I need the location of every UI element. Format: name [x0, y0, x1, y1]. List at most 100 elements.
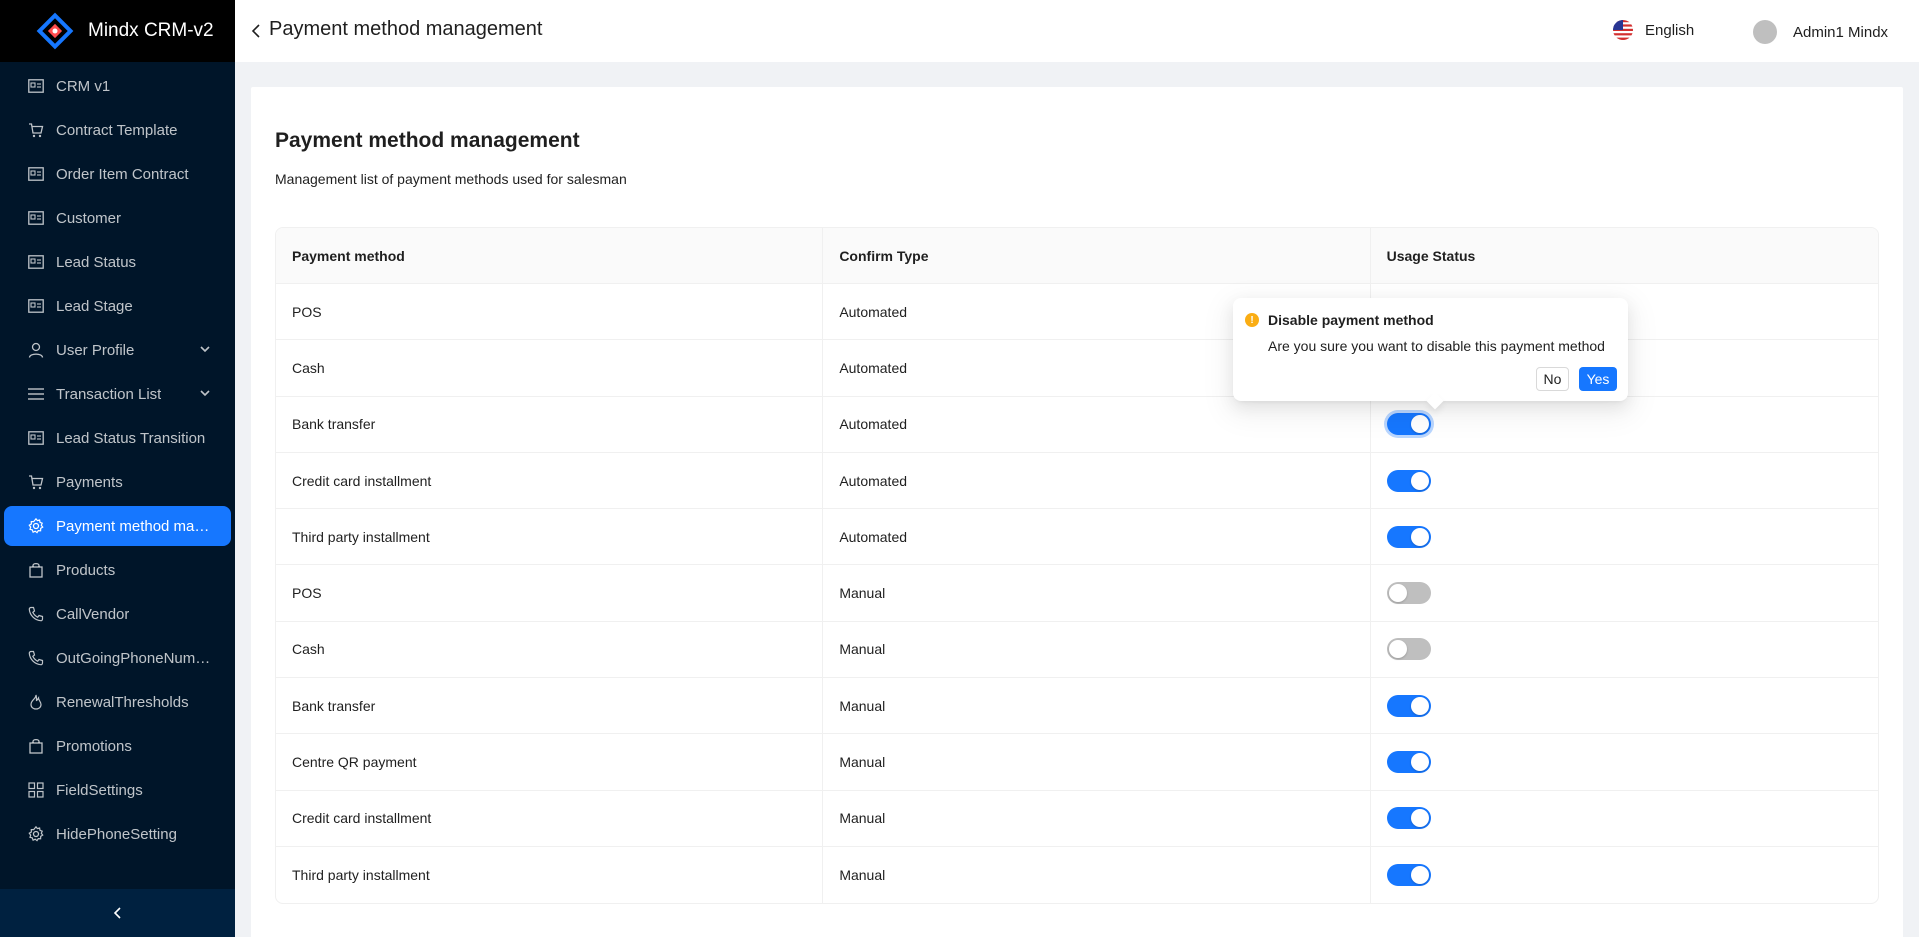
chevron-down-icon	[199, 342, 211, 359]
sidebar-item-label: Order Item Contract	[56, 165, 189, 183]
sidebar-item-hidephonesetting[interactable]: HidePhoneSetting	[4, 814, 231, 854]
sidebar-item-user-profile[interactable]: User Profile	[4, 330, 231, 370]
table-header: Payment method Confirm Type Usage Status	[276, 228, 1878, 284]
disable-confirm-popover: ! Disable payment method Are you sure yo…	[1233, 298, 1628, 410]
sidebar-item-callvendor[interactable]: CallVendor	[4, 594, 231, 634]
language-label: English	[1645, 21, 1695, 39]
logo-bar[interactable]: Mindx CRM-v2	[0, 0, 235, 62]
payment-method-cell: Bank transfer	[276, 678, 824, 734]
sidebar-item-label: OutGoingPhoneNumber	[56, 649, 216, 667]
payment-method-cell: Credit card installment	[276, 452, 824, 509]
exclamation-circle-icon: !	[1245, 313, 1259, 327]
usage-status-cell	[1371, 453, 1878, 508]
sidebar: Mindx CRM-v2 CRM v1 Contract Template Orde…	[0, 0, 235, 937]
usage-status-toggle[interactable]	[1386, 694, 1431, 717]
sidebar-item-lead-status[interactable]: Lead Status	[4, 242, 231, 282]
sidebar-item-payment-method-mana[interactable]: Payment method mana...	[4, 506, 231, 546]
payment-method-cell: Cash	[276, 340, 824, 396]
table-row: Credit card installment Automated	[276, 452, 1878, 510]
usage-status-toggle[interactable]	[1386, 525, 1431, 548]
sidebar-menu: CRM v1 Contract Template Order Item Contra…	[0, 66, 235, 858]
shopping-bag-icon	[26, 560, 46, 580]
confirm-type-cell: Automated	[823, 396, 1371, 452]
sidebar-item-crm-v1[interactable]: CRM v1	[4, 66, 231, 106]
usage-status-toggle[interactable]	[1386, 751, 1431, 774]
table-row: Third party installment Automated	[276, 509, 1878, 566]
sidebar-item-label: FieldSettings	[56, 781, 143, 799]
chevron-left-icon	[251, 24, 260, 38]
toggle-knob	[1410, 415, 1429, 434]
usage-status-cell	[1371, 678, 1878, 733]
sidebar-item-outgoingphonenumber[interactable]: OutGoingPhoneNumber	[4, 638, 231, 678]
sidebar-item-label: Products	[56, 561, 116, 579]
sidebar-item-promotions[interactable]: Promotions	[4, 726, 231, 766]
usage-status-toggle[interactable]	[1386, 864, 1431, 887]
sidebar-item-products[interactable]: Products	[4, 550, 231, 590]
sidebar-item-label: Lead Status Transition	[56, 429, 206, 447]
usage-status-toggle[interactable]	[1386, 469, 1431, 492]
sidebar-item-payments[interactable]: Payments	[4, 462, 231, 502]
toggle-knob	[1410, 809, 1429, 828]
table-row: Cash Automated	[276, 340, 1878, 397]
table-row: Cash Manual	[276, 621, 1878, 679]
payment-method-cell: Third party installment	[276, 846, 824, 904]
language-selector[interactable]: English	[1613, 20, 1694, 40]
sidebar-item-transaction-list[interactable]: Transaction List	[4, 374, 231, 414]
usage-status-cell	[1371, 622, 1878, 677]
sidebar-item-label: RenewalThresholds	[56, 693, 189, 711]
payment-method-cell: Bank transfer	[276, 396, 824, 452]
sidebar-item-label: CRM v1	[56, 77, 111, 95]
sidebar-item-label: Promotions	[56, 737, 132, 755]
confirm-type-cell: Manual	[823, 790, 1371, 846]
yes-button[interactable]: Yes	[1579, 367, 1617, 391]
sidebar-item-order-item-contract[interactable]: Order Item Contract	[4, 154, 231, 194]
sidebar-item-lead-status-transition[interactable]: Lead Status Transition	[4, 418, 231, 458]
shopping-bag-icon	[26, 736, 46, 756]
toggle-knob	[1388, 584, 1407, 603]
table-row: POS Automated	[276, 284, 1878, 341]
toggle-knob	[1410, 527, 1429, 546]
payment-method-cell: Cash	[276, 621, 824, 678]
sidebar-item-renewalthresholds[interactable]: RenewalThresholds	[4, 682, 231, 722]
page-title: Payment method management	[275, 129, 580, 152]
confirm-type-cell: Manual	[823, 846, 1371, 904]
confirm-type-cell: Manual	[823, 734, 1371, 790]
toggle-knob	[1410, 753, 1429, 772]
sidebar-item-label: Payments	[56, 473, 123, 491]
phone-icon	[26, 648, 46, 668]
usage-status-toggle[interactable]	[1386, 582, 1431, 605]
id-card-icon	[26, 428, 46, 448]
us-flag-icon	[1613, 20, 1633, 40]
sidebar-item-lead-stage[interactable]: Lead Stage	[4, 286, 231, 326]
chevron-left-icon	[113, 907, 121, 919]
collapse-sidebar-button[interactable]	[0, 889, 235, 937]
usage-status-toggle[interactable]	[1386, 413, 1431, 436]
back-button[interactable]	[247, 21, 267, 41]
usage-status-toggle[interactable]	[1386, 638, 1431, 661]
no-button[interactable]: No	[1536, 367, 1569, 391]
usage-status-toggle[interactable]	[1386, 807, 1431, 830]
sidebar-item-fieldsettings[interactable]: FieldSettings	[4, 770, 231, 810]
top-header: Payment method management English Admin1…	[235, 0, 1919, 62]
user-name: Admin1 Mindx	[1793, 23, 1889, 41]
sidebar-item-customer[interactable]: Customer	[4, 198, 231, 238]
table-body: POS Automated Cash Automated Bank transfer Au…	[276, 284, 1878, 904]
confirm-type-cell: Manual	[823, 678, 1371, 734]
page-description: Management list of payment methods used …	[275, 171, 627, 187]
table-row: Bank transfer Manual	[276, 678, 1878, 735]
sidebar-item-label: HidePhoneSetting	[56, 825, 177, 843]
popover-description: Are you sure you want to disable this pa…	[1268, 338, 1605, 354]
user-menu[interactable]: Admin1 Mindx	[1753, 20, 1888, 44]
id-card-icon	[26, 208, 46, 228]
id-card-icon	[26, 296, 46, 316]
gear-icon	[26, 824, 46, 844]
sidebar-item-contract-template[interactable]: Contract Template	[4, 110, 231, 150]
sidebar-item-label: Contract Template	[56, 121, 178, 139]
toggle-knob	[1410, 696, 1429, 715]
sidebar-item-label: Lead Status	[56, 253, 137, 271]
payment-method-cell: Centre QR payment	[276, 734, 824, 790]
sidebar-item-label: CallVendor	[56, 605, 130, 623]
column-header-usage-status: Usage Status	[1386, 247, 1476, 264]
gear-icon	[26, 516, 46, 536]
table-row: Credit card installment Manual	[276, 790, 1878, 847]
